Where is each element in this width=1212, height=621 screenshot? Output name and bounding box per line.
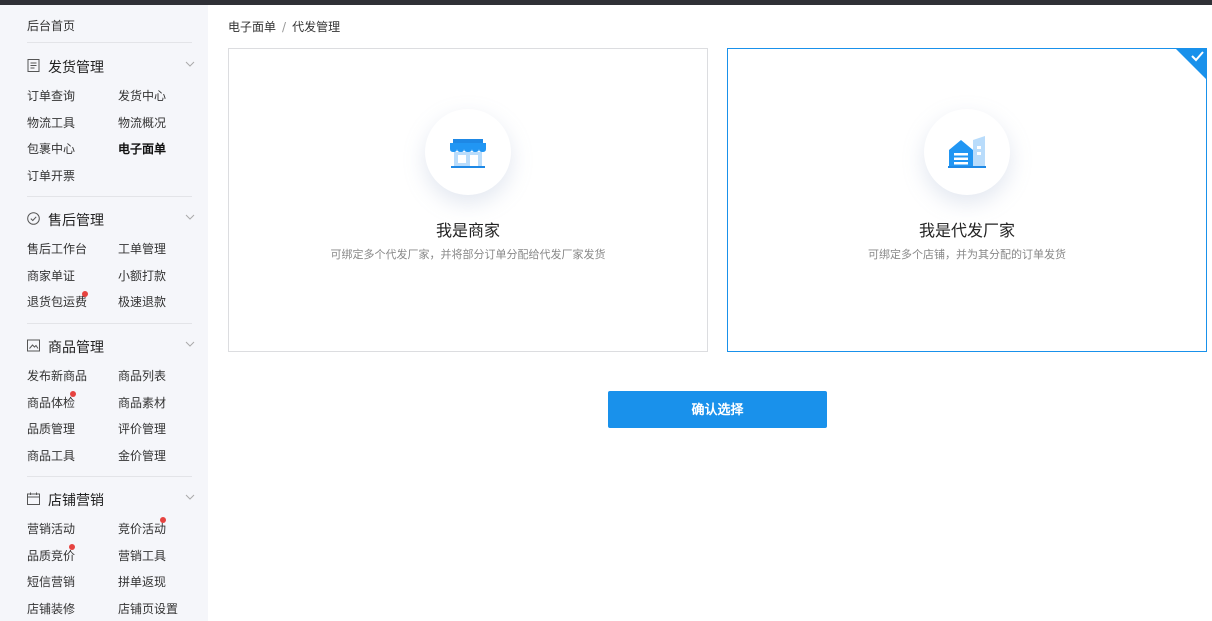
- sidebar-item-ticket-management[interactable]: 工单管理: [118, 241, 166, 257]
- sidebar-item-group-cashback[interactable]: 拼单返现: [118, 574, 166, 590]
- chevron-down-icon: [185, 214, 195, 220]
- sidebar-item-product-tools[interactable]: 商品工具: [27, 448, 75, 464]
- sidebar-item-store-page-settings[interactable]: 店铺页设置: [118, 601, 178, 617]
- sidebar-item-sms-marketing[interactable]: 短信营销: [27, 574, 75, 590]
- section-header-marketing[interactable]: 店铺营销: [27, 489, 195, 509]
- sidebar-item-logistics-overview[interactable]: 物流概况: [118, 115, 166, 131]
- sidebar-item-fast-refund[interactable]: 极速退款: [118, 294, 166, 310]
- section-title: 发货管理: [48, 60, 104, 76]
- chevron-down-icon: [185, 341, 195, 347]
- breadcrumb-separator: /: [282, 20, 287, 34]
- store-icon: [450, 139, 486, 168]
- confirm-selection-button[interactable]: 确认选择: [608, 391, 827, 428]
- chevron-down-icon: [185, 494, 195, 500]
- sidebar-item-product-list[interactable]: 商品列表: [118, 368, 166, 384]
- breadcrumb-current: 代发管理: [292, 20, 341, 34]
- sidebar-divider: [27, 196, 192, 197]
- breadcrumb-parent[interactable]: 电子面单: [228, 20, 276, 34]
- sidebar-divider: [27, 323, 192, 324]
- sidebar-item-shipping-center[interactable]: 发货中心: [118, 88, 166, 104]
- sidebar-item-order-invoice[interactable]: 订单开票: [27, 168, 75, 184]
- sidebar-item-merchant-voucher[interactable]: 商家单证: [27, 268, 75, 284]
- sidebar-item-package-center[interactable]: 包裹中心: [27, 141, 75, 157]
- card-title: 我是代发厂家: [918, 221, 1015, 240]
- chevron-down-icon: [185, 61, 195, 67]
- image-icon: [27, 339, 40, 352]
- notification-dot: [70, 391, 76, 397]
- sidebar-item-small-payment[interactable]: 小额打款: [118, 268, 166, 284]
- sidebar-item-quality-management[interactable]: 品质管理: [27, 421, 75, 437]
- section-header-products[interactable]: 商品管理: [27, 336, 195, 356]
- sidebar-item-after-sales-desk[interactable]: 售后工作台: [27, 241, 87, 257]
- sidebar: 后台首页 发货管理 订单查询 发货中心 物流工具 物流概况 包裹中心 电子面单 …: [0, 5, 208, 621]
- sidebar-item-e-waybill[interactable]: 电子面单: [118, 141, 166, 157]
- section-title: 店铺营销: [48, 493, 104, 509]
- document-icon: [27, 59, 40, 72]
- section-header-after-sales[interactable]: 售后管理: [27, 209, 195, 229]
- sidebar-item-marketing-events[interactable]: 营销活动: [27, 521, 75, 537]
- sidebar-item-product-material[interactable]: 商品素材: [118, 395, 166, 411]
- notification-dot: [82, 291, 88, 297]
- sidebar-item-quality-bidding[interactable]: 品质竞价: [27, 548, 75, 564]
- icon-circle: [425, 109, 511, 195]
- notification-dot: [69, 544, 75, 550]
- selected-check-icon: [1175, 48, 1207, 80]
- role-card-merchant[interactable]: 我是商家 可绑定多个代发厂家，并将部分订单分配给代发厂家发货: [228, 48, 708, 352]
- section-title: 商品管理: [48, 340, 104, 356]
- breadcrumb: 电子面单 / 代发管理: [228, 18, 340, 35]
- role-card-factory[interactable]: 我是代发厂家 可绑定多个店铺，并为其分配的订单发货: [727, 48, 1207, 352]
- sidebar-item-bidding-events[interactable]: 竞价活动: [118, 521, 166, 537]
- notification-dot: [160, 517, 166, 523]
- sidebar-home-link[interactable]: 后台首页: [27, 17, 75, 34]
- sidebar-item-store-decoration[interactable]: 店铺装修: [27, 601, 75, 617]
- card-title: 我是商家: [435, 221, 500, 240]
- sidebar-divider: [27, 42, 192, 43]
- sidebar-divider: [27, 476, 192, 477]
- calendar-icon: [27, 492, 40, 505]
- sidebar-item-return-shipping[interactable]: 退货包运费: [27, 294, 87, 310]
- sidebar-item-review-management[interactable]: 评价管理: [118, 421, 166, 437]
- card-description: 可绑定多个店铺，并为其分配的订单发货: [868, 248, 1066, 261]
- sidebar-item-gold-price[interactable]: 金价管理: [118, 448, 166, 464]
- sidebar-item-order-query[interactable]: 订单查询: [27, 88, 75, 104]
- card-description: 可绑定多个代发厂家，并将部分订单分配给代发厂家发货: [330, 248, 606, 261]
- factory-icon: [948, 136, 986, 168]
- sidebar-item-publish-product[interactable]: 发布新商品: [27, 368, 87, 384]
- shield-check-icon: [27, 212, 40, 225]
- sidebar-item-logistics-tools[interactable]: 物流工具: [27, 115, 75, 131]
- sidebar-item-product-check[interactable]: 商品体检: [27, 395, 75, 411]
- sidebar-item-marketing-tools[interactable]: 营销工具: [118, 548, 166, 564]
- section-title: 售后管理: [48, 213, 104, 229]
- section-header-shipping[interactable]: 发货管理: [27, 56, 195, 76]
- icon-circle: [924, 109, 1010, 195]
